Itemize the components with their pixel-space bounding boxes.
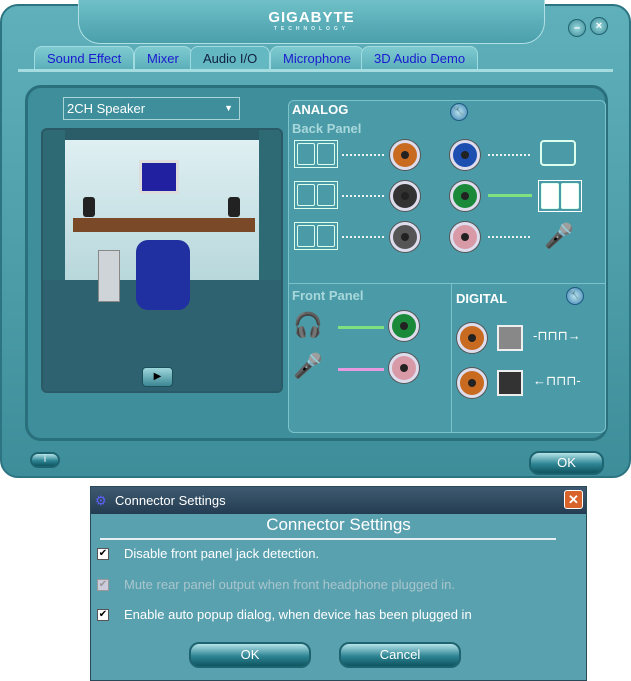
jack-pink[interactable]	[450, 222, 480, 252]
jack-orange[interactable]	[390, 140, 420, 170]
checkbox[interactable]: ✔	[97, 547, 109, 560]
monitor-icon	[139, 160, 179, 194]
dialog-titlebar: ⚙ Connector Settings	[91, 487, 586, 514]
connector-settings-dialog: ⚙ Connector Settings ✕ Connector Settings…	[90, 486, 587, 681]
app-icon: ⚙	[95, 493, 107, 508]
connector-line	[342, 195, 384, 197]
panel-divider	[289, 283, 605, 284]
analog-title: ANALOG	[292, 102, 349, 117]
front-jack-green[interactable]	[389, 311, 419, 341]
headphone-icon: 🎧	[293, 312, 323, 339]
heading-divider	[100, 538, 556, 540]
connected-line	[338, 368, 384, 371]
line-in-device-icon	[540, 140, 576, 166]
jack-black[interactable]	[390, 181, 420, 211]
microphone-icon: 🎤	[293, 353, 323, 380]
option-disable-front-jack-detection[interactable]: ✔ Disable front panel jack detection.	[97, 546, 319, 561]
dialog-title: Connector Settings	[115, 493, 226, 508]
room-illustration	[41, 128, 283, 393]
option-mute-rear-panel: ✔ Mute rear panel output when front headp…	[97, 577, 455, 592]
front-jack-pink[interactable]	[389, 353, 419, 383]
header-plate: GIGABYTE TECHNOLOGY	[78, 0, 545, 44]
ok-button[interactable]: OK	[529, 451, 604, 475]
info-button[interactable]: i	[30, 452, 60, 468]
panel-divider	[451, 284, 452, 432]
back-panel-label: Back Panel	[292, 121, 362, 136]
option-label: Enable auto popup dialog, when device ha…	[124, 607, 472, 622]
digital-settings-wrench-icon[interactable]: 🔧	[566, 287, 584, 305]
jack-blue[interactable]	[450, 140, 480, 170]
microphone-icon: 🎤	[544, 223, 574, 250]
connector-line	[342, 154, 384, 156]
left-speaker-icon	[83, 197, 95, 217]
connected-line	[488, 194, 532, 197]
option-label: Mute rear panel output when front headph…	[124, 577, 456, 592]
minimize-button[interactable]: –	[568, 19, 586, 37]
connector-line	[342, 236, 384, 238]
dialog-close-button[interactable]: ✕	[564, 490, 583, 509]
brand-text: GIGABYTE	[268, 9, 355, 26]
chair-icon	[136, 240, 190, 310]
speaker-icon	[294, 181, 338, 209]
tab-divider	[18, 69, 613, 72]
jack-grey[interactable]	[390, 222, 420, 252]
analog-settings-wrench-icon[interactable]: 🔧	[450, 103, 468, 121]
speaker-config-dropdown[interactable]: 2CH Speaker ▼	[63, 97, 240, 120]
tab-audio-io[interactable]: Audio I/O	[190, 46, 271, 70]
jack-green[interactable]	[450, 181, 480, 211]
right-speaker-icon	[228, 197, 240, 217]
play-button[interactable]: ▶	[142, 367, 173, 387]
speaker-connected-icon	[538, 180, 582, 212]
tab-3d-audio-demo[interactable]: 3D Audio Demo	[361, 46, 479, 70]
checkbox: ✔	[97, 578, 109, 591]
checkbox[interactable]: ✔	[97, 608, 109, 621]
option-label: Disable front panel jack detection.	[124, 546, 320, 561]
gigabyte-logo: GIGABYTE TECHNOLOGY	[79, 9, 544, 32]
dropdown-value: 2CH Speaker	[67, 101, 146, 116]
tab-microphone[interactable]: Microphone	[270, 46, 364, 70]
dialog-cancel-button[interactable]: Cancel	[339, 642, 461, 668]
speaker-icon	[294, 222, 338, 250]
chevron-down-icon: ▼	[224, 103, 233, 113]
spdif-in-jack[interactable]	[457, 368, 487, 398]
digital-in-signal-icon: ←⊓⊓⊓-	[533, 373, 581, 388]
dialog-heading: Connector Settings	[266, 515, 411, 534]
connected-line	[338, 326, 384, 329]
pc-tower-icon	[98, 250, 120, 302]
tab-sound-effect[interactable]: Sound Effect	[34, 46, 135, 70]
connector-line	[488, 154, 530, 156]
connector-line	[488, 236, 530, 238]
front-panel-label: Front Panel	[292, 288, 364, 303]
optical-out-icon	[497, 325, 523, 351]
tab-mixer[interactable]: Mixer	[134, 46, 192, 70]
spdif-out-jack[interactable]	[457, 323, 487, 353]
optical-in-icon	[497, 370, 523, 396]
speaker-icon	[294, 140, 338, 168]
digital-title: DIGITAL	[456, 291, 508, 306]
close-button[interactable]: ×	[590, 17, 608, 35]
dialog-ok-button[interactable]: OK	[189, 642, 311, 668]
digital-out-signal-icon: -⊓⊓⊓→	[533, 328, 581, 343]
brand-subtext: TECHNOLOGY	[273, 26, 350, 32]
option-auto-popup[interactable]: ✔ Enable auto popup dialog, when device h…	[97, 607, 472, 622]
